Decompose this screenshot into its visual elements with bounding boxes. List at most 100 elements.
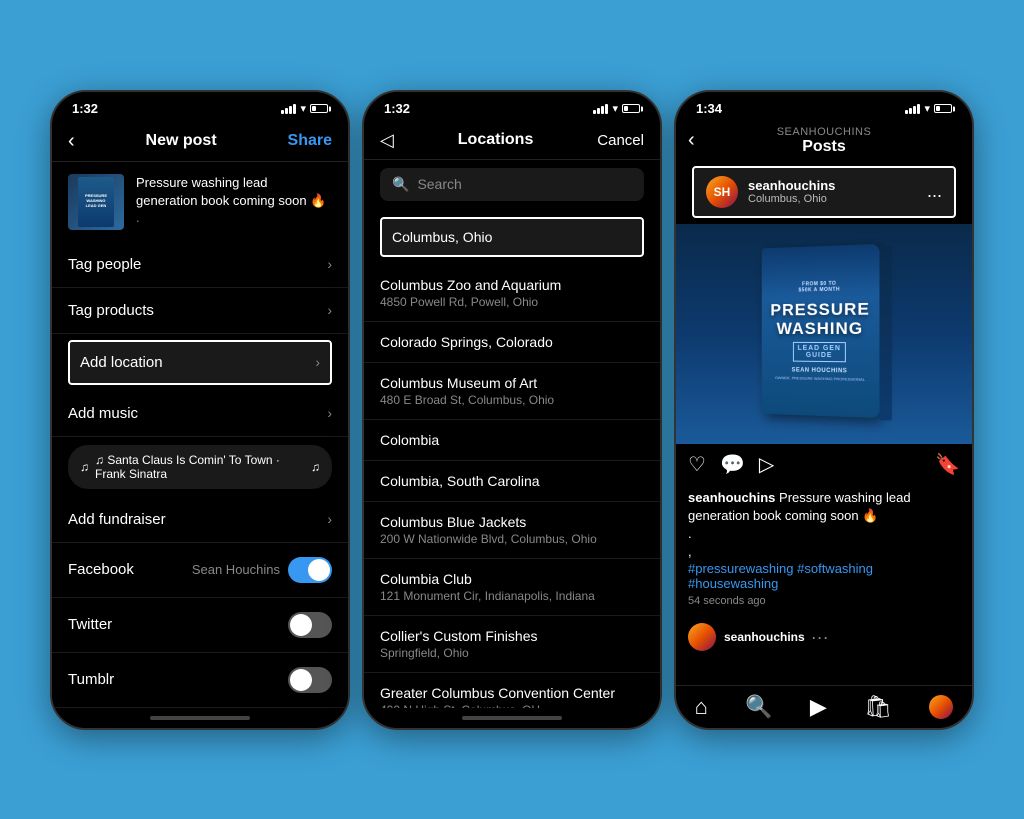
add-music-label: Add music xyxy=(68,405,138,422)
back-button-1[interactable]: ‹ xyxy=(68,130,75,153)
location-list-item[interactable]: Columbia, South Carolina xyxy=(364,461,660,502)
signal-icon-1 xyxy=(281,104,296,114)
twitter-toggle[interactable] xyxy=(288,612,332,638)
location-item-name: Collier's Custom Finishes xyxy=(380,628,644,644)
locations-title: Locations xyxy=(458,131,534,149)
location-item-address: 4850 Powell Rd, Powell, Ohio xyxy=(380,295,644,309)
add-location-item[interactable]: Add location › xyxy=(68,340,332,385)
wifi-icon-2: ▾ xyxy=(612,102,618,115)
bookmark-icon[interactable]: 🔖 xyxy=(935,452,960,477)
post-view-content: SH seanhouchins Columbus, Ohio ... FROM … xyxy=(676,160,972,685)
music-track-text: ♫ Santa Claus Is Comin' To Town · Frank … xyxy=(95,453,305,481)
share-icon[interactable]: ▷ xyxy=(759,452,774,477)
location-list-item[interactable]: Colorado Springs, Colorado xyxy=(364,322,660,363)
location-item-address: Springfield, Ohio xyxy=(380,646,644,660)
more-options-icon[interactable]: ... xyxy=(927,181,942,202)
battery-icon-1 xyxy=(310,104,328,113)
status-bar-3: 1:34 ▾ xyxy=(676,92,972,122)
post-actions-bar: ♡ 💬 ▷ 🔖 xyxy=(676,444,972,485)
location-list-item[interactable]: Colombia xyxy=(364,420,660,461)
post-preview: PRESSUREWASHINGLEAD GEN Pressure washing… xyxy=(52,162,348,242)
post-avatar: SH xyxy=(706,176,738,208)
post-header-row: SH seanhouchins Columbus, Ohio ... xyxy=(692,166,956,218)
music-badge[interactable]: ♫ ♫ Santa Claus Is Comin' To Town · Fran… xyxy=(68,445,332,489)
shop-nav-icon[interactable]: 🛍 xyxy=(864,694,892,720)
location-list-item[interactable]: Greater Columbus Convention Center400 N … xyxy=(364,673,660,708)
search-nav-icon[interactable]: 🔍 xyxy=(745,694,772,720)
status-bar-2: 1:32 ▾ xyxy=(364,92,660,122)
phone-post-view: 1:34 ▾ ‹ SEANHOUCHINS Posts xyxy=(674,90,974,730)
posts-header-center: SEANHOUCHINS Posts xyxy=(718,126,930,156)
book-spine xyxy=(879,245,891,420)
location-item-name: Columbus Zoo and Aquarium xyxy=(380,277,644,293)
post-username[interactable]: seanhouchins xyxy=(748,178,917,193)
facebook-toggle[interactable] xyxy=(288,557,332,583)
location-item-name: Greater Columbus Convention Center xyxy=(380,685,644,701)
location-list-item[interactable]: Columbus Zoo and Aquarium 4850 Powell Rd,… xyxy=(364,265,660,322)
post-text-username[interactable]: seanhouchins xyxy=(688,490,775,505)
post-text-area: seanhouchins Pressure washing lead gener… xyxy=(676,485,972,616)
tag-people-item[interactable]: Tag people › xyxy=(52,242,348,288)
tag-people-label: Tag people xyxy=(68,256,141,273)
book-mini: PRESSUREWASHINGLEAD GEN xyxy=(78,177,114,227)
location-list-item[interactable]: Columbus Blue Jackets200 W Nationwide Bl… xyxy=(364,502,660,559)
location-item-name: Columbia Club xyxy=(380,571,644,587)
tumblr-toggle[interactable] xyxy=(288,667,332,693)
comment-row: seanhouchins ··· xyxy=(676,615,972,659)
add-music-item[interactable]: Add music › xyxy=(52,391,348,437)
tag-products-item[interactable]: Tag products › xyxy=(52,288,348,334)
add-music-chevron: › xyxy=(327,405,332,421)
post-dot2: , xyxy=(688,543,960,561)
bottom-nav-3: ⌂ 🔍 ▶ 🛍 xyxy=(676,685,972,728)
posts-username-header: SEANHOUCHINS xyxy=(718,126,930,138)
like-icon[interactable]: ♡ xyxy=(688,452,706,477)
reels-nav-icon[interactable]: ▶ xyxy=(810,694,827,720)
comment-icon[interactable]: 💬 xyxy=(720,452,745,477)
post-thumbnail: PRESSUREWASHINGLEAD GEN xyxy=(68,174,124,230)
back-button-3[interactable]: ‹ xyxy=(688,129,718,152)
home-nav-icon[interactable]: ⌂ xyxy=(695,694,708,720)
status-bar-1: 1:32 ▾ xyxy=(52,92,348,122)
search-icon: 🔍 xyxy=(392,176,409,193)
comment-more-icon[interactable]: ··· xyxy=(811,627,829,648)
search-placeholder: Search xyxy=(417,176,461,192)
nav-title-1: New post xyxy=(146,132,217,150)
posts-top-bar: ‹ SEANHOUCHINS Posts xyxy=(676,122,972,160)
status-icons-1: ▾ xyxy=(281,102,328,115)
add-fundraiser-label: Add fundraiser xyxy=(68,511,166,528)
location-item-address: 200 W Nationwide Blvd, Columbus, Ohio xyxy=(380,532,644,546)
profile-nav-avatar[interactable] xyxy=(929,695,953,719)
status-time-2: 1:32 xyxy=(384,101,410,116)
tag-products-chevron: › xyxy=(327,302,332,318)
wifi-icon-3: ▾ xyxy=(924,102,930,115)
book-subtitle: LEAD GENGUIDE xyxy=(793,342,846,362)
locations-list: Columbus, Ohio Columbus Zoo and Aquarium… xyxy=(364,209,660,708)
add-fundraiser-item[interactable]: Add fundraiser › xyxy=(52,497,348,543)
location-list-item[interactable]: Columbia Club 121 Monument Cir, Indianapo… xyxy=(364,559,660,616)
comment-username[interactable]: seanhouchins xyxy=(724,630,805,644)
post-caption-text: Pressure washing lead generation book co… xyxy=(136,174,332,210)
post-location: Columbus, Ohio xyxy=(748,193,917,205)
cancel-button-2[interactable]: Cancel xyxy=(597,132,644,149)
posts-title: Posts xyxy=(718,138,930,156)
location-selected-item[interactable]: Columbus, Ohio xyxy=(380,217,644,257)
locations-nav: ◁ Locations Cancel xyxy=(364,122,660,160)
location-item-name: Columbus Museum of Art xyxy=(380,375,644,391)
book-main-title-line1: PRESSURE xyxy=(770,300,870,320)
book-image-container: FROM $0 TO$50K A MONTH PRESSURE WASHING … xyxy=(676,224,972,444)
music-note-icon: ♫ xyxy=(80,460,89,474)
location-item-name: Columbia, South Carolina xyxy=(380,473,644,489)
location-list-item[interactable]: Columbus Museum of Art480 E Broad St, Co… xyxy=(364,363,660,420)
location-search-box[interactable]: 🔍 Search xyxy=(380,168,644,201)
locations-list-container: Columbus Zoo and Aquarium 4850 Powell Rd,… xyxy=(364,265,660,708)
facebook-label: Facebook xyxy=(68,561,134,578)
share-button[interactable]: Share xyxy=(288,132,332,150)
phones-container: 1:32 ▾ ‹ New post Share xyxy=(30,70,994,750)
location-item-address: 121 Monument Cir, Indianapolis, Indiana xyxy=(380,589,644,603)
tumblr-toggle-row: Tumblr xyxy=(52,653,348,708)
post-action-left: ♡ 💬 ▷ xyxy=(688,452,774,477)
book-main-title-line2: WASHING xyxy=(777,319,864,338)
location-list-item[interactable]: Collier's Custom Finishes Springfield, Oh… xyxy=(364,616,660,673)
post-hashtags[interactable]: #pressurewashing #softwashing #housewash… xyxy=(688,561,960,591)
status-icons-3: ▾ xyxy=(905,102,952,115)
